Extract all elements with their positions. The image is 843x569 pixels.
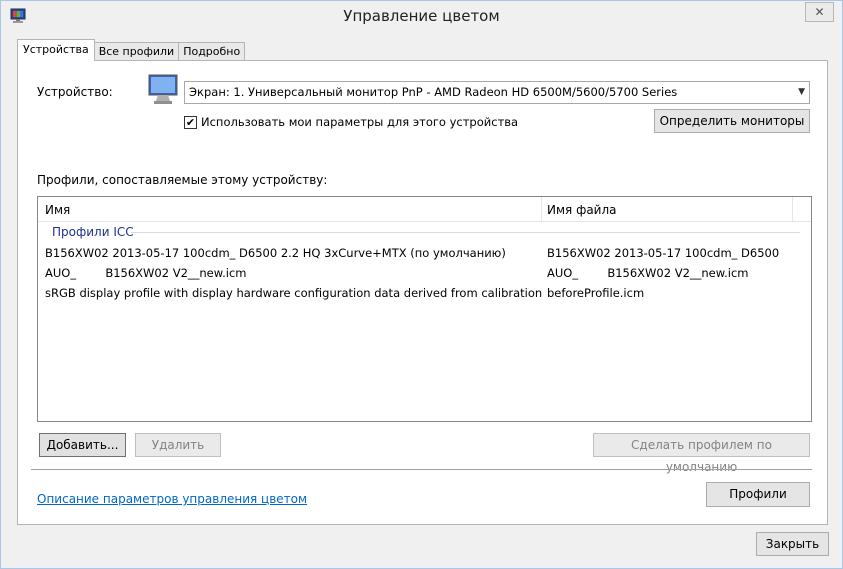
list-item[interactable]: AUO_ B156XW02 V2__new.icm AUO_ B156XW02 … <box>38 263 811 283</box>
list-item[interactable]: B156XW02 2013-05-17 100cdm_ D6500 2.2 HQ… <box>38 243 811 263</box>
group-header-icc[interactable]: Профили ICC <box>52 225 134 239</box>
title-bar[interactable]: Управление цветом ✕ <box>1 1 842 31</box>
tab-all-profiles[interactable]: Все профили <box>93 42 180 61</box>
column-separator[interactable] <box>792 197 793 222</box>
remove-button[interactable]: Удалить <box>135 433 221 457</box>
close-icon: ✕ <box>814 5 825 19</box>
devices-panel: Устройство: Экран: 1. Универсальный мони… <box>17 60 828 525</box>
use-my-settings-row[interactable]: ✔ Использовать мои параметры для этого у… <box>184 115 518 129</box>
identify-monitors-button[interactable]: Определить мониторы <box>654 109 810 133</box>
profiles-list[interactable]: Имя Имя файла Профили ICC B156XW02 2013-… <box>37 196 812 422</box>
color-settings-help-link[interactable]: Описание параметров управления цветом <box>37 492 307 506</box>
profile-file: beforeProfile.icm <box>547 286 645 300</box>
profiles-button[interactable]: Профили <box>706 482 810 507</box>
tab-bar: Устройства Все профили Подробно <box>17 39 246 61</box>
close-button[interactable]: Закрыть <box>756 532 829 556</box>
color-management-window: Управление цветом ✕ Устройства Все профи… <box>0 0 843 569</box>
list-item[interactable]: sRGB display profile with display hardwa… <box>38 283 811 303</box>
profile-file: AUO_ B156XW02 V2__new.icm <box>547 266 749 280</box>
list-header: Имя Имя файла <box>38 197 811 222</box>
column-name[interactable]: Имя <box>45 203 70 217</box>
add-button[interactable]: Добавить... <box>39 433 126 457</box>
column-separator[interactable] <box>541 197 542 222</box>
profile-name: sRGB display profile with display hardwa… <box>45 286 543 300</box>
column-filename[interactable]: Имя файла <box>547 203 617 217</box>
device-select[interactable]: Экран: 1. Универсальный монитор PnP - AM… <box>184 81 810 104</box>
profile-name: AUO_ B156XW02 V2__new.icm <box>45 266 247 280</box>
chevron-down-icon: ▼ <box>798 87 805 97</box>
profile-name: B156XW02 2013-05-17 100cdm_ D6500 2.2 HQ… <box>45 246 506 260</box>
profiles-label: Профили, сопоставляемые этому устройству… <box>37 173 328 187</box>
group-divider <box>131 232 800 233</box>
use-my-settings-label: Использовать мои параметры для этого уст… <box>201 115 519 129</box>
set-default-profile-button[interactable]: Сделать профилем по умолчанию <box>593 433 810 474</box>
device-select-value: Экран: 1. Универсальный монитор PnP - AM… <box>189 85 678 99</box>
profile-file: B156XW02 2013-05-17 100cdm_ D6500 2.2 ..… <box>547 246 783 260</box>
tab-advanced[interactable]: Подробно <box>178 42 246 61</box>
use-my-settings-checkbox[interactable]: ✔ <box>184 115 197 129</box>
divider <box>31 469 812 470</box>
window-title: Управление цветом <box>343 7 500 25</box>
monitor-icon <box>146 73 180 107</box>
window-close-button[interactable]: ✕ <box>805 2 834 22</box>
device-label: Устройство: <box>37 85 113 99</box>
tab-devices[interactable]: Устройства <box>17 39 95 61</box>
